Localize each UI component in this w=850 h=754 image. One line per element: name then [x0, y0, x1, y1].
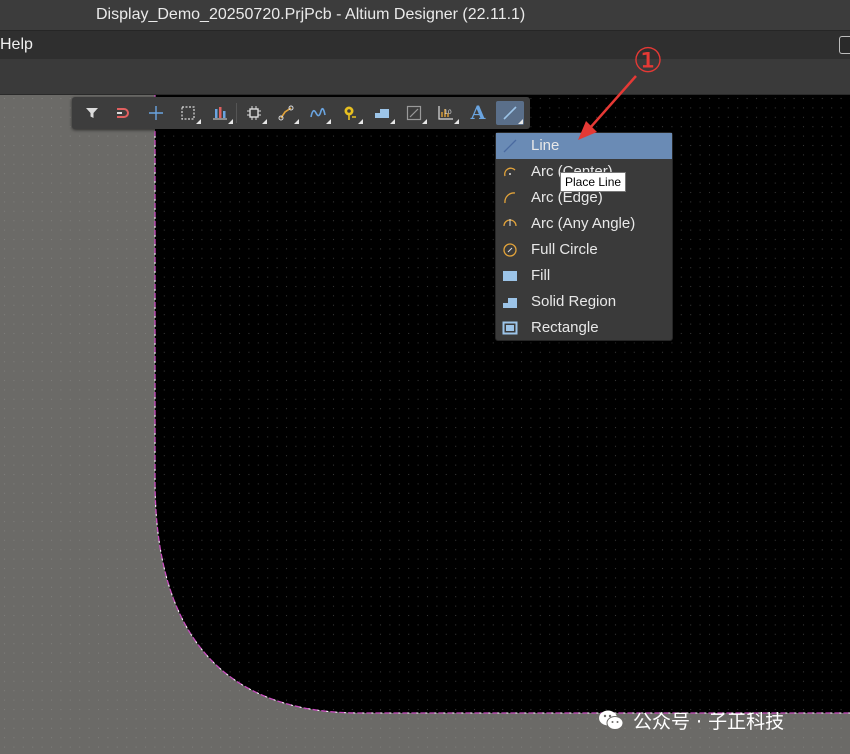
- annotation-overlay: [578, 75, 637, 140]
- watermark-text: 公众号 · 子正科技: [633, 710, 785, 733]
- annotation-marker: ①: [627, 40, 669, 82]
- wechat-icon: [599, 710, 624, 730]
- annotation-arrow: [589, 75, 637, 129]
- annotation-marker-text: ①: [632, 41, 664, 81]
- watermark: 公众号 · 子正科技: [597, 705, 784, 735]
